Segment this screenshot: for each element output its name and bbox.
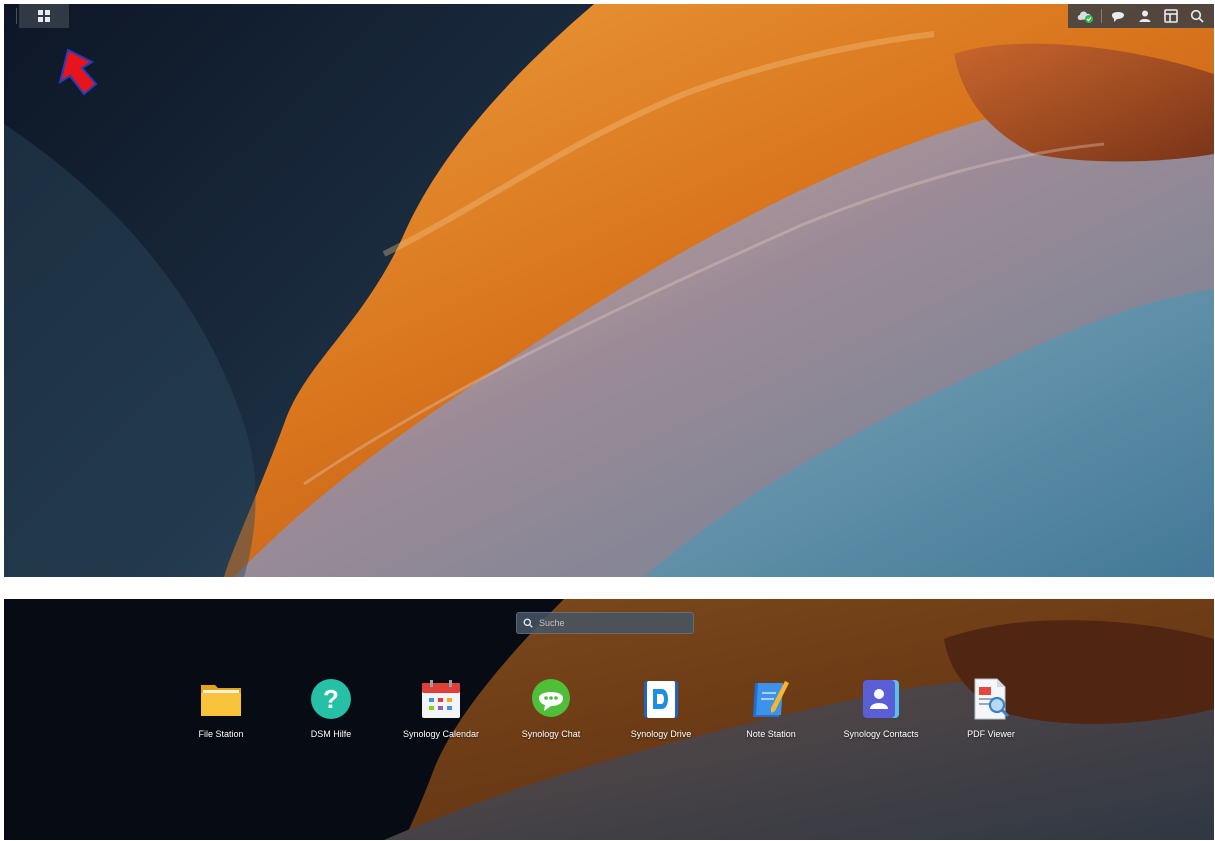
app-label: Note Station — [746, 729, 796, 739]
drive-icon — [639, 677, 683, 721]
search-icon — [523, 618, 533, 628]
search-icon[interactable] — [1187, 6, 1207, 26]
app-label: Synology Drive — [630, 729, 692, 739]
taskbar-left — [4, 4, 69, 28]
app-label: File Station — [198, 729, 244, 739]
app-synology-chat[interactable]: Synology Chat — [501, 677, 601, 739]
app-label: Synology Calendar — [402, 729, 480, 739]
app-note-station[interactable]: Note Station — [721, 677, 821, 739]
calendar-icon — [419, 677, 463, 721]
desktop-wallpaper — [4, 4, 1214, 577]
app-dsm-hilfe[interactable]: ? DSM Hilfe — [281, 677, 381, 739]
chat-bubble-icon — [529, 677, 573, 721]
cloud-sync-status-icon[interactable] — [1075, 6, 1095, 26]
app-synology-calendar[interactable]: Synology Calendar — [391, 677, 491, 739]
svg-text:?: ? — [323, 684, 339, 714]
app-label: DSM Hilfe — [310, 729, 352, 739]
folder-icon — [199, 677, 243, 721]
dsm-desktop — [4, 4, 1214, 577]
app-grid: File Station ? DSM Hilfe Synology Calend… — [4, 677, 1214, 747]
app-pdf-viewer[interactable]: PDF Viewer — [941, 677, 1041, 739]
tray-divider — [1101, 9, 1103, 23]
contacts-icon — [859, 677, 903, 721]
app-synology-contacts[interactable]: Synology Contacts — [831, 677, 931, 739]
app-label: Synology Chat — [521, 729, 581, 739]
red-arrow-annotation — [58, 48, 98, 96]
user-icon[interactable] — [1135, 6, 1155, 26]
launcher-search-input[interactable] — [539, 618, 679, 628]
note-icon — [749, 677, 793, 721]
taskbar-divider — [16, 8, 17, 24]
system-tray — [1068, 4, 1214, 28]
app-file-station[interactable]: File Station — [171, 677, 271, 739]
widgets-icon[interactable] — [1161, 6, 1181, 26]
help-icon: ? — [309, 677, 353, 721]
main-menu-launcher: File Station ? DSM Hilfe — [4, 599, 1214, 840]
grid-icon — [38, 10, 50, 22]
app-synology-drive[interactable]: Synology Drive — [611, 677, 711, 739]
main-menu-button[interactable] — [19, 4, 69, 28]
launcher-search-box[interactable] — [516, 612, 694, 634]
app-label: Synology Contacts — [843, 729, 919, 739]
pdf-viewer-icon — [969, 677, 1013, 721]
chat-icon[interactable] — [1108, 6, 1128, 26]
app-label: PDF Viewer — [967, 729, 1015, 739]
